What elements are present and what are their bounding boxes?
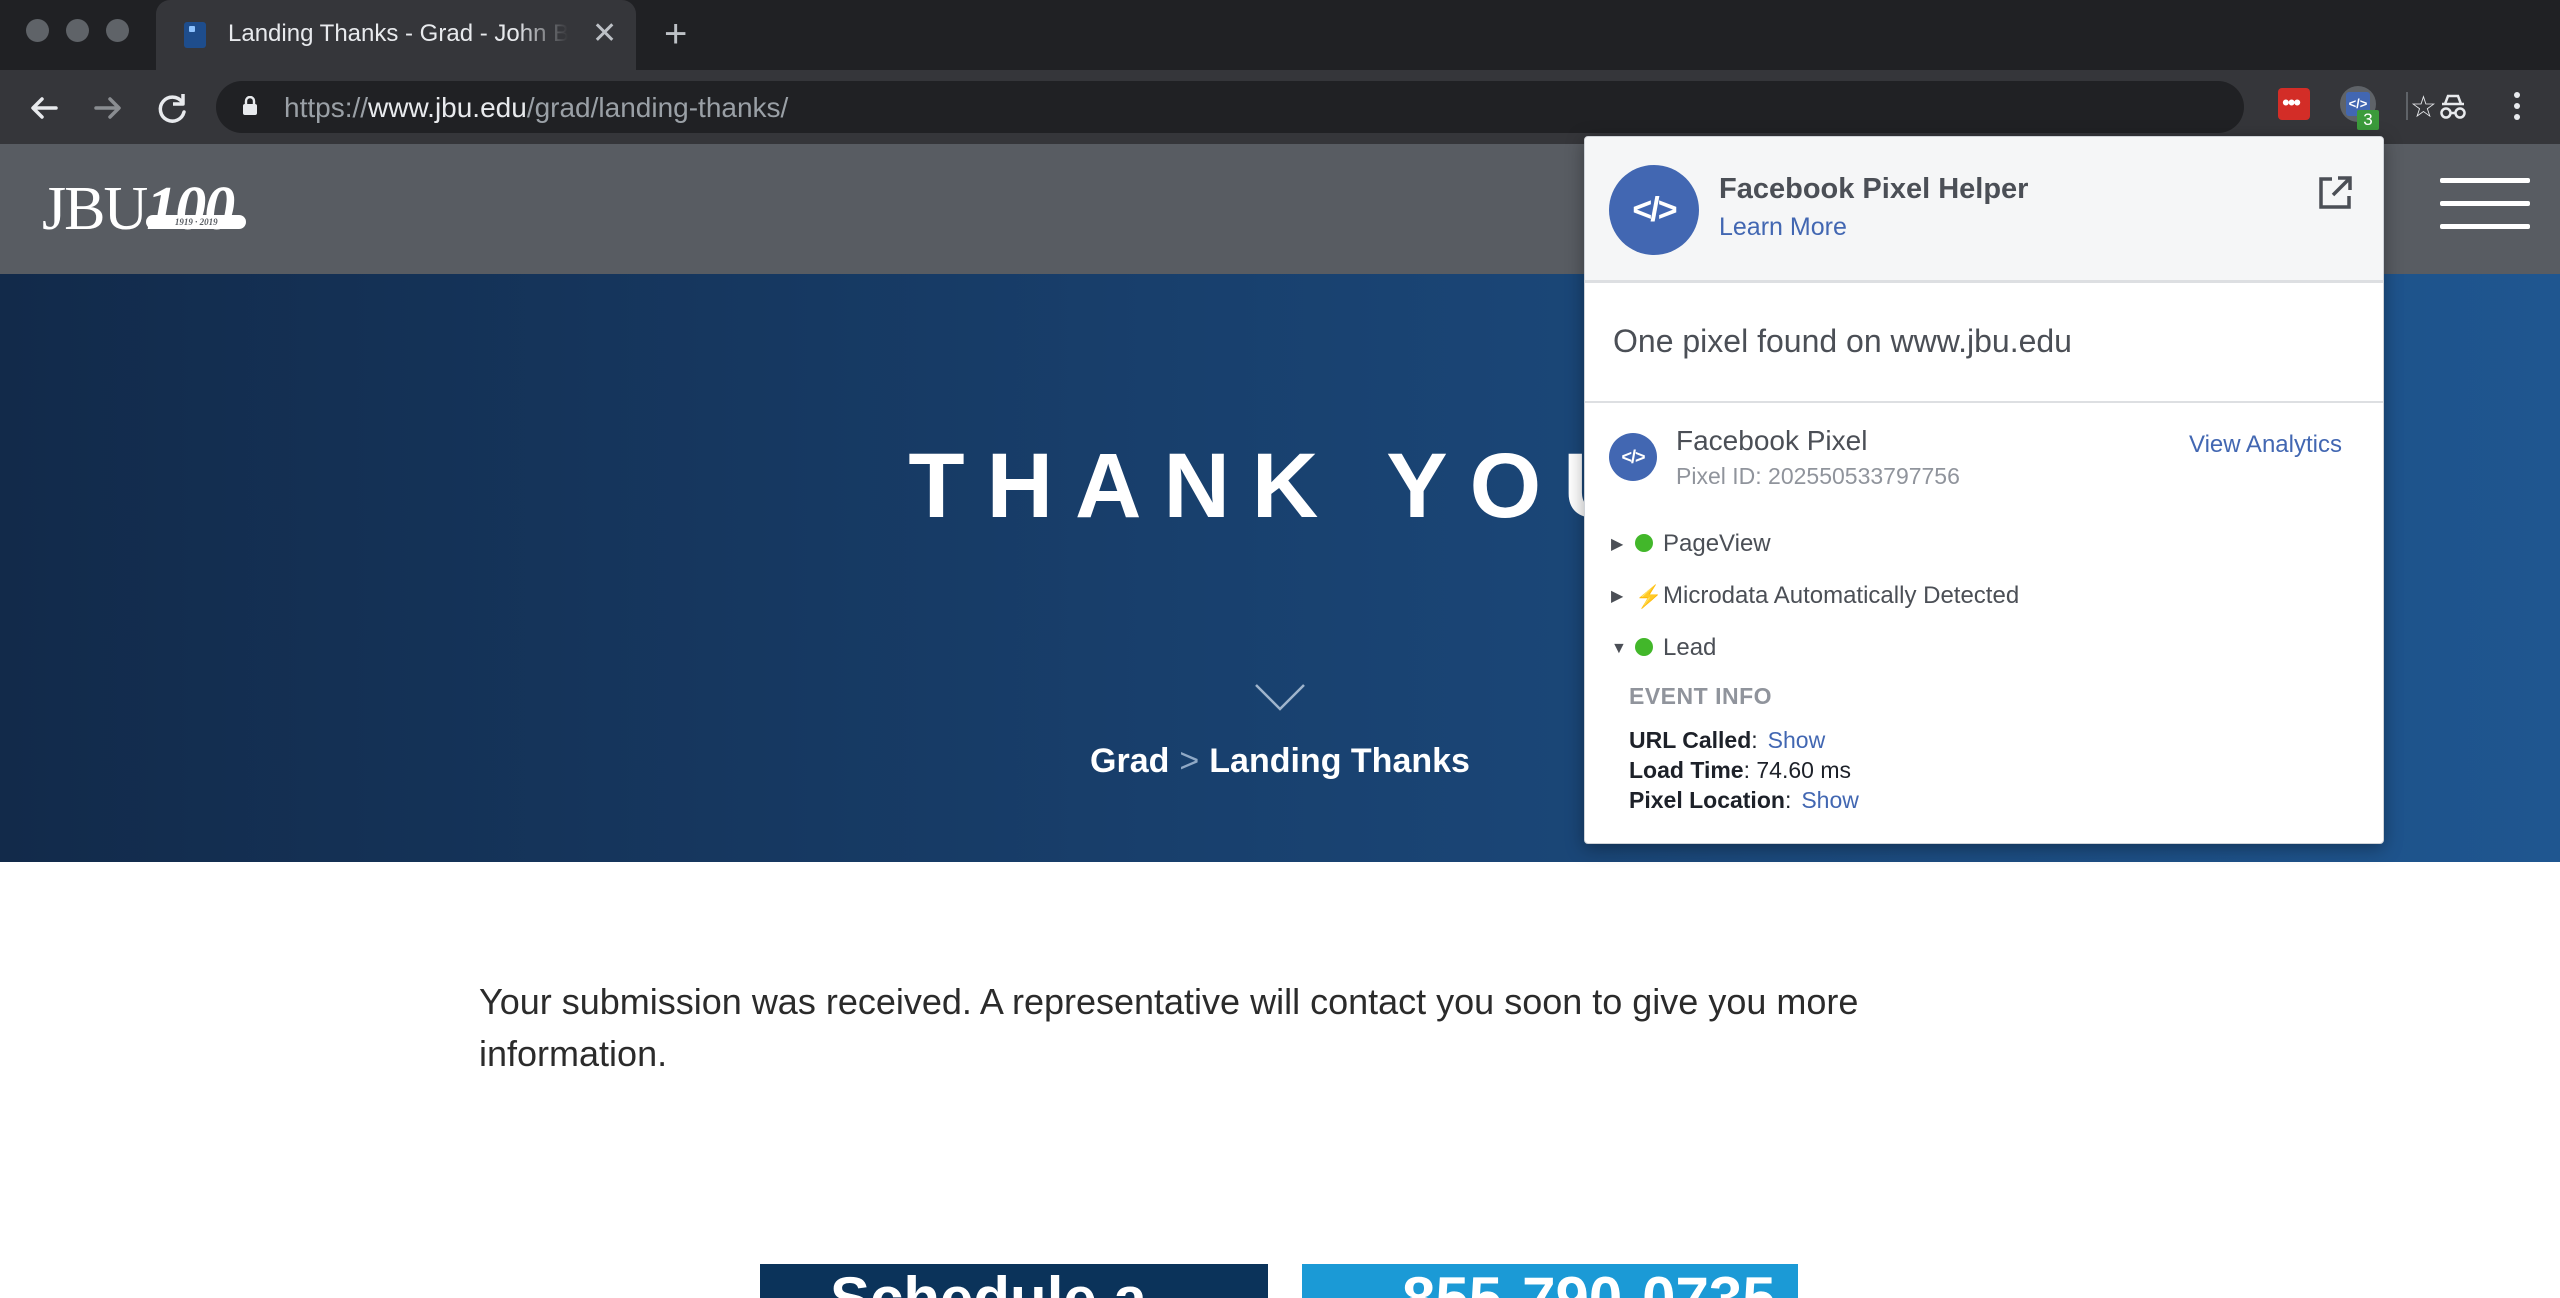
expand-triangle-icon: ▶ (1611, 587, 1624, 605)
toolbar-divider (2406, 92, 2408, 120)
bookmark-star-icon[interactable]: ☆ (2410, 93, 2437, 123)
event-name: Lead (1663, 634, 1717, 661)
pixels-found-text: One pixel found on www.jbu.edu (1613, 323, 2072, 359)
breadcrumb-current: Landing Thanks (1209, 742, 1470, 780)
tab-title: Landing Thanks - Grad - John Brown Unive… (228, 20, 568, 47)
chevron-down-icon (1255, 684, 1305, 711)
logo-letters: JBU (42, 175, 148, 243)
incognito-icon[interactable] (2436, 90, 2470, 124)
url-path: /grad/landing-thanks/ (526, 92, 789, 123)
event-name: Microdata Automatically Detected (1663, 582, 2020, 609)
breadcrumb-parent-link[interactable]: Grad (1090, 742, 1169, 780)
url-scheme: https:// (284, 92, 369, 123)
lightning-icon: ⚡ (1635, 583, 1663, 609)
lock-icon[interactable] (242, 96, 258, 116)
url-text: https://www.jbu.edu/grad/landing-thanks/ (284, 92, 788, 124)
pixel-helper-logo-icon: </> (1609, 165, 1699, 255)
event-row-lead[interactable]: ▼ Lead (1611, 631, 1716, 665)
confirmation-message: Your submission was received. A represen… (479, 981, 1859, 1074)
pixel-name: Facebook Pixel (1676, 425, 1868, 456)
url-called-show-link[interactable]: Show (1768, 727, 1826, 753)
close-window-button[interactable] (26, 19, 49, 42)
url-called-row: URL Called: Show (1629, 727, 1826, 753)
browser-tab[interactable]: Landing Thanks - Grad - John Brown Unive… (156, 0, 636, 70)
logo-ribbon: 1919 · 2019 (146, 215, 247, 229)
pixel-code-icon: </> (1609, 433, 1657, 481)
collapse-triangle-icon: ▼ (1611, 639, 1627, 657)
event-row-pageview[interactable]: ▶ PageView (1611, 527, 1771, 561)
pixel-id: Pixel ID: 202550533797756 (1676, 463, 1960, 489)
jbu-logo[interactable]: JBU100 1919 · 2019 (42, 174, 247, 245)
success-check-icon (1635, 533, 1653, 552)
back-arrow-icon[interactable] (24, 88, 64, 128)
zoom-window-button[interactable] (106, 19, 129, 42)
schedule-visit-button[interactable]: Schedule a Visit (760, 1264, 1268, 1298)
load-time-label: Load Time (1629, 757, 1744, 783)
tab-strip: Landing Thanks - Grad - John Brown Unive… (0, 0, 2560, 70)
reload-icon[interactable] (152, 88, 192, 128)
expand-triangle-icon: ▶ (1611, 535, 1624, 553)
browser-menu-icon[interactable] (2512, 90, 2522, 124)
browser-toolbar: https://www.jbu.edu/grad/landing-thanks/… (0, 70, 2560, 144)
pixel-location-label: Pixel Location (1629, 787, 1785, 813)
address-bar[interactable]: https://www.jbu.edu/grad/landing-thanks/… (216, 81, 2437, 133)
logo-number: 100 1919 · 2019 (146, 175, 247, 243)
site-menu-icon[interactable] (2440, 178, 2530, 238)
forward-arrow-icon[interactable] (88, 88, 128, 128)
url-host: www.jbu.edu (368, 92, 527, 123)
lastpass-label: ••• (2282, 90, 2301, 115)
event-name: PageView (1663, 530, 1771, 557)
pixel-location-row: Pixel Location: Show (1629, 787, 1859, 813)
breadcrumb-separator: > (1179, 742, 1200, 780)
load-time-value: 74.60 ms (1756, 757, 1851, 783)
url-called-label: URL Called (1629, 727, 1752, 753)
pixel-location-show-link[interactable]: Show (1801, 787, 1859, 813)
success-check-icon (1635, 637, 1653, 656)
popup-divider (1585, 401, 2383, 403)
view-analytics-link[interactable]: View Analytics (2189, 431, 2342, 459)
pixel-helper-popup: </> Facebook Pixel Helper Learn More One… (1584, 136, 2384, 844)
event-info-header: EVENT INFO (1629, 683, 1773, 709)
popup-title: Facebook Pixel Helper (1719, 173, 2029, 205)
tab-close-icon[interactable]: ✕ (592, 16, 617, 52)
load-time-row: Load Time: 74.60 ms (1629, 757, 1851, 783)
popup-header: </> Facebook Pixel Helper Learn More (1585, 137, 2383, 283)
open-external-icon[interactable] (2315, 173, 2355, 213)
lastpass-extension-icon[interactable]: ••• (2278, 88, 2310, 120)
learn-more-link[interactable]: Learn More (1719, 213, 1847, 242)
minimize-window-button[interactable] (66, 19, 89, 42)
jbu-favicon-icon (184, 22, 206, 48)
phone-button[interactable]: 855-790-0735 (1302, 1264, 1798, 1298)
event-row-microdata[interactable]: ▶ ⚡Microdata Automatically Detected (1611, 579, 2019, 613)
new-tab-button[interactable]: + (664, 14, 687, 54)
pixel-count-badge: 3 (2357, 110, 2379, 130)
